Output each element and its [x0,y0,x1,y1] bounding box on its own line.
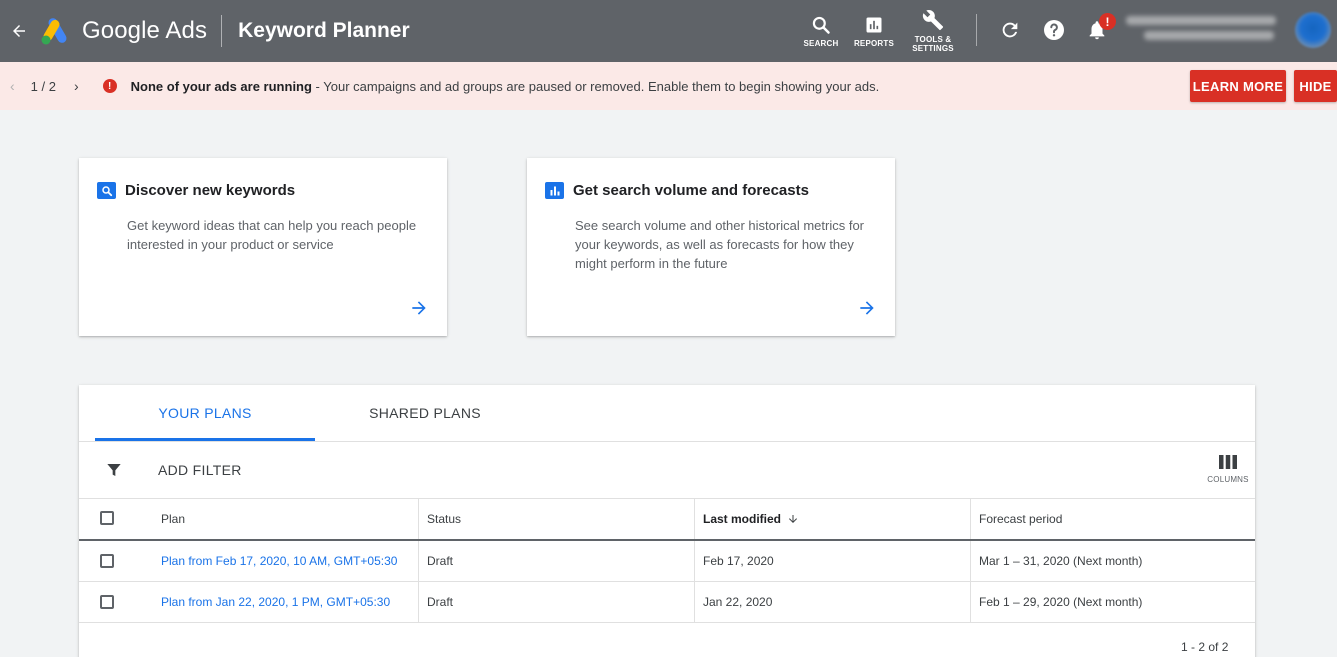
plans-panel: YOUR PLANS SHARED PLANS ADD FILTER COLUM… [79,385,1255,657]
plan-last-modified: Jan 22, 2020 [703,595,773,609]
wrench-icon [922,10,944,31]
search-volume-card[interactable]: Get search volume and forecasts See sear… [527,158,895,336]
search-icon [97,182,116,199]
back-button[interactable] [4,0,34,62]
header-divider [221,15,223,47]
tab-your-plans[interactable]: YOUR PLANS [95,385,315,441]
plan-status: Draft [427,554,454,568]
notice-message-bold: None of your ads are running [130,78,312,94]
learn-more-button[interactable]: LEARN MORE [1190,70,1286,102]
column-header-forecast-period[interactable]: Forecast period [979,499,1062,539]
chevron-left-icon[interactable]: ‹ [10,78,15,94]
row-checkbox[interactable] [100,595,114,609]
column-header-plan[interactable]: Plan [161,499,185,539]
notification-bar: ‹ 1 / 2 › ! None of your ads are running… [0,62,1337,110]
chevron-right-icon[interactable]: › [74,78,79,94]
table-row: Plan from Feb 17, 2020, 10 AM, GMT+05:30… [79,541,1255,582]
columns-icon [1219,455,1237,469]
columns-button[interactable]: COLUMNS [1204,455,1252,489]
card-title: Get search volume and forecasts [573,182,809,199]
google-ads-logo-icon [41,18,67,45]
search-tool-label: SEARCH [803,38,839,48]
tools-settings-label: TOOLS & SETTINGS [912,35,954,53]
filter-icon[interactable] [106,462,122,478]
help-icon [1044,20,1064,40]
add-filter-button[interactable]: ADD FILTER [158,462,242,478]
brand-name: Google Ads [82,17,208,44]
refresh-icon [1002,22,1018,38]
plan-last-modified: Feb 17, 2020 [703,554,774,568]
notice-message: None of your ads are running - Your camp… [131,79,880,94]
row-checkbox[interactable] [100,554,114,568]
table-header: Plan Status Last modified Forecast perio… [79,499,1255,541]
tab-shared-plans[interactable]: SHARED PLANS [315,385,535,441]
refresh-button[interactable] [996,15,1024,45]
notice-message-rest: - Your campaigns and ad groups are pause… [311,78,880,94]
reports-icon [866,17,882,32]
card-description: See search volume and other historical m… [575,218,865,271]
plan-status: Draft [427,595,454,609]
filter-bar: ADD FILTER COLUMNS [79,442,1255,499]
plan-forecast-period: Feb 1 – 29, 2020 (Next month) [979,595,1143,609]
plan-name-link[interactable]: Plan from Feb 17, 2020, 10 AM, GMT+05:30 [161,541,397,581]
arrow-forward-icon[interactable] [409,298,429,318]
search-icon [812,16,830,34]
notification-badge: ! [1099,13,1116,30]
help-button[interactable] [1040,15,1068,45]
arrow-down-icon [789,515,798,523]
page-title: Keyword Planner [238,19,410,42]
arrow-back-icon [13,25,25,37]
pagination-info: 1 - 2 of 2 [1181,640,1229,654]
card-title: Discover new keywords [125,182,296,199]
reports-tool-button[interactable]: REPORTS [852,0,896,62]
avatar[interactable] [1295,12,1331,48]
bar-chart-icon [545,182,564,199]
discover-keywords-card[interactable]: Discover new keywords Get keyword ideas … [79,158,447,336]
top-app-bar: Google Ads Keyword Planner SEARCH REPORT… [0,0,1337,62]
header-tools: SEARCH REPORTS TOOLS & SETTINGS [800,0,958,62]
plan-name-link[interactable]: Plan from Jan 22, 2020, 1 PM, GMT+05:30 [161,582,390,622]
select-all-checkbox[interactable] [100,511,114,525]
arrow-forward-icon[interactable] [857,298,877,318]
column-header-status[interactable]: Status [427,499,461,539]
column-header-last-modified[interactable]: Last modified [703,499,799,539]
header-divider-right [976,14,977,46]
notice-page-count: 1 / 2 [30,78,56,94]
columns-label: COLUMNS [1207,475,1249,484]
plan-forecast-period: Mar 1 – 31, 2020 (Next month) [979,554,1143,568]
hide-button[interactable]: HIDE [1294,70,1337,102]
table-row: Plan from Jan 22, 2020, 1 PM, GMT+05:30 … [79,582,1255,623]
error-icon: ! [102,79,117,93]
card-description: Get keyword ideas that can help you reac… [127,218,417,252]
last-modified-label: Last modified [703,512,782,526]
reports-tool-label: REPORTS [853,38,895,48]
account-info[interactable] [1126,12,1292,46]
tools-settings-button[interactable]: TOOLS & SETTINGS [908,0,958,62]
search-tool-button[interactable]: SEARCH [800,0,842,62]
